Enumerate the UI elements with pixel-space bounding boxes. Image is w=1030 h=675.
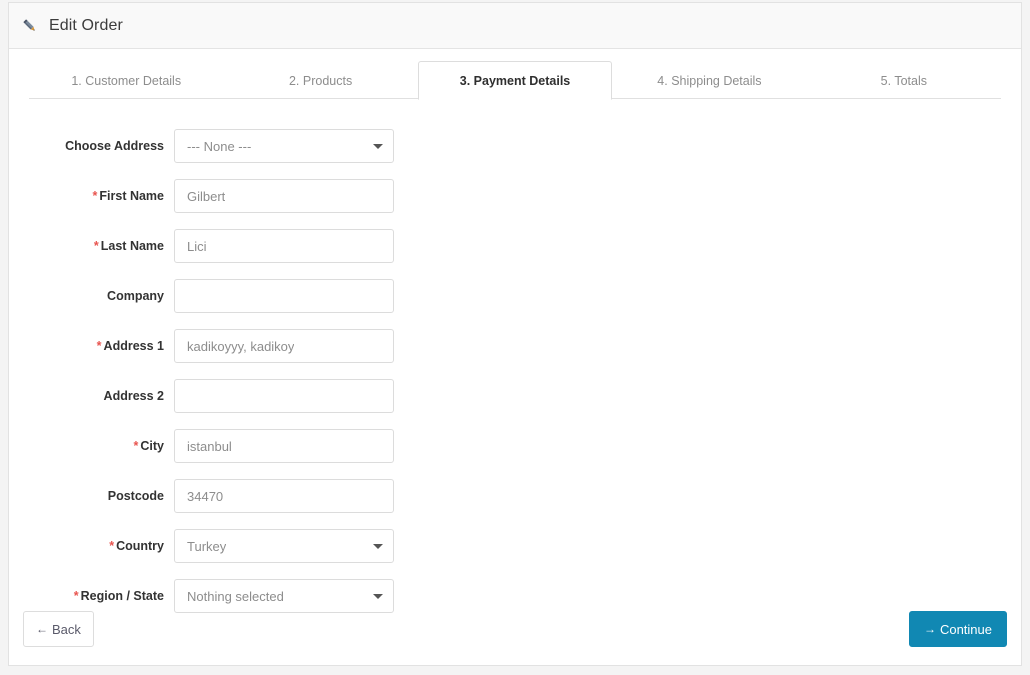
panel-header: Edit Order xyxy=(9,3,1021,49)
label-first-name-text: First Name xyxy=(99,189,164,203)
page-title: Edit Order xyxy=(49,16,123,34)
label-country: * Country xyxy=(9,539,174,553)
label-country-text: Country xyxy=(116,539,164,553)
postcode-value: 34470 xyxy=(187,488,224,504)
last-name-value: Lici xyxy=(187,238,207,254)
city-input[interactable]: istanbul xyxy=(174,429,394,463)
form-row-company: Company xyxy=(9,271,1021,321)
choose-address-select[interactable]: --- None --- xyxy=(174,129,394,163)
required-marker: * xyxy=(133,439,139,453)
address-1-value: kadikoyyy, kadikoy xyxy=(187,338,295,354)
tab-products[interactable]: 2. Products xyxy=(223,61,417,99)
address-2-input[interactable] xyxy=(174,379,394,413)
arrow-right-icon: → xyxy=(923,622,936,636)
company-input[interactable] xyxy=(174,279,394,313)
label-company-text: Company xyxy=(107,289,164,303)
payment-details-form: Choose Address --- None --- * First Name … xyxy=(9,99,1021,621)
page: Edit Order 1. Customer Details 2. Produc… xyxy=(0,0,1030,675)
first-name-input[interactable]: Gilbert xyxy=(174,179,394,213)
chevron-down-icon xyxy=(373,544,383,549)
label-last-name-text: Last Name xyxy=(100,239,164,253)
back-button-label: Back xyxy=(52,621,81,637)
form-row-address-1: * Address 1 kadikoyyy, kadikoy xyxy=(9,321,1021,371)
label-address-2: Address 2 xyxy=(9,389,174,403)
back-button[interactable]: ← Back xyxy=(23,611,94,647)
label-address-1: * Address 1 xyxy=(9,339,174,353)
region-state-select[interactable]: Nothing selected xyxy=(174,579,394,613)
label-address-2-text: Address 2 xyxy=(103,389,164,403)
label-company: Company xyxy=(9,289,174,303)
required-marker: * xyxy=(93,239,99,253)
postcode-input[interactable]: 34470 xyxy=(174,479,394,513)
form-row-city: * City istanbul xyxy=(9,421,1021,471)
tab-shipping-details[interactable]: 4. Shipping Details xyxy=(612,61,806,99)
label-city-text: City xyxy=(140,439,164,453)
country-value: Turkey xyxy=(187,538,227,554)
continue-button-label: Continue xyxy=(939,621,992,637)
form-row-country: * Country Turkey xyxy=(9,521,1021,571)
continue-button[interactable]: → Continue xyxy=(908,611,1007,647)
label-postcode: Postcode xyxy=(9,489,174,503)
city-value: istanbul xyxy=(187,438,232,454)
form-row-postcode: Postcode 34470 xyxy=(9,471,1021,521)
tabs-list: 1. Customer Details 2. Products 3. Payme… xyxy=(29,61,1001,100)
label-last-name: * Last Name xyxy=(9,239,174,253)
chevron-down-icon xyxy=(373,594,383,599)
wizard-footer: ← Back → Continue xyxy=(9,611,1021,647)
label-region-state: * Region / State xyxy=(9,589,174,603)
chevron-down-icon xyxy=(373,144,383,149)
first-name-value: Gilbert xyxy=(187,188,226,204)
required-marker: * xyxy=(73,589,79,603)
label-first-name: * First Name xyxy=(9,189,174,203)
region-state-value: Nothing selected xyxy=(187,588,284,604)
edit-order-panel: Edit Order 1. Customer Details 2. Produc… xyxy=(8,2,1022,666)
arrow-left-icon: ← xyxy=(36,622,48,636)
required-marker: * xyxy=(109,539,115,553)
label-postcode-text: Postcode xyxy=(107,489,164,503)
required-marker: * xyxy=(96,339,102,353)
label-choose-address-text: Choose Address xyxy=(65,139,164,153)
label-city: * City xyxy=(9,439,174,453)
tab-customer-details[interactable]: 1. Customer Details xyxy=(29,61,223,99)
country-select[interactable]: Turkey xyxy=(174,529,394,563)
tab-totals[interactable]: 5. Totals xyxy=(807,61,1001,99)
form-row-address-2: Address 2 xyxy=(9,371,1021,421)
tab-payment-details[interactable]: 3. Payment Details xyxy=(417,61,613,100)
form-row-choose-address: Choose Address --- None --- xyxy=(9,121,1021,171)
form-row-last-name: * Last Name Lici xyxy=(9,221,1021,271)
label-region-state-text: Region / State xyxy=(80,589,164,603)
form-row-first-name: * First Name Gilbert xyxy=(9,171,1021,221)
label-address-1-text: Address 1 xyxy=(103,339,164,353)
label-choose-address: Choose Address xyxy=(9,139,174,153)
address-1-input[interactable]: kadikoyyy, kadikoy xyxy=(174,329,394,363)
pencil-icon xyxy=(21,17,39,35)
choose-address-value: --- None --- xyxy=(187,138,252,154)
required-marker: * xyxy=(92,189,98,203)
last-name-input[interactable]: Lici xyxy=(174,229,394,263)
wizard-tabs: 1. Customer Details 2. Products 3. Payme… xyxy=(29,61,1001,100)
